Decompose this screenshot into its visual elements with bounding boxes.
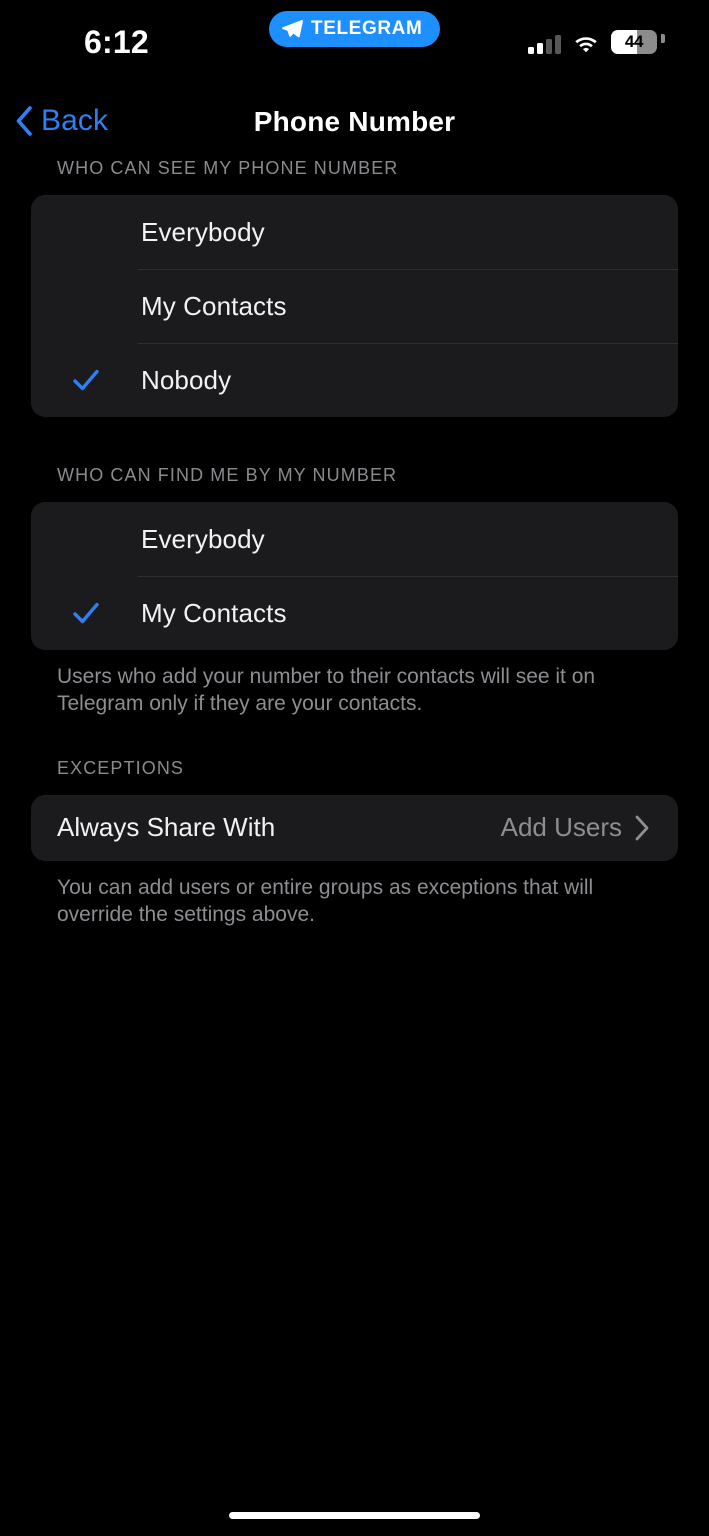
always-share-with-value: Add Users (500, 812, 622, 843)
check-slot (31, 365, 141, 395)
exceptions-footnote: You can add users or entire groups as ex… (57, 875, 594, 926)
always-share-with-label: Always Share With (57, 812, 276, 843)
status-time: 6:12 (84, 24, 149, 60)
checkmark-icon (73, 369, 99, 391)
exceptions-card: Always Share With Add Users (31, 794, 678, 861)
home-indicator[interactable] (229, 1512, 480, 1519)
telegram-pill-label: TELEGRAM (311, 18, 423, 39)
section-header-visibility: WHO CAN SEE MY PHONE NUMBER (57, 158, 399, 178)
paper-plane-icon (282, 20, 303, 38)
cellular-signal-icon (528, 34, 561, 54)
option-label: Everybody (141, 523, 265, 554)
findability-footnote: Users who add your number to their conta… (57, 665, 596, 715)
phone-screen: 6:12 TELEGRAM 44 Back Phone Number WHO C… (0, 0, 709, 1536)
check-slot (31, 598, 141, 628)
battery-indicator: 44 (611, 30, 657, 54)
settings-content: WHO CAN SEE MY PHONE NUMBER Everybody My… (0, 158, 709, 929)
option-row-my-contacts-findability[interactable]: My Contacts (31, 576, 678, 650)
option-label: My Contacts (141, 290, 287, 321)
visibility-options-card: Everybody My Contacts Nobody (31, 195, 678, 417)
option-row-everybody-findability[interactable]: Everybody (31, 502, 678, 576)
option-label: My Contacts (141, 597, 287, 628)
option-label: Nobody (141, 364, 232, 395)
section-header-exceptions: EXCEPTIONS (57, 757, 185, 778)
battery-level-label: 44 (624, 32, 644, 51)
battery-cap-icon (661, 34, 665, 43)
checkmark-icon (73, 602, 99, 624)
status-bar: 6:12 TELEGRAM 44 (0, 0, 709, 78)
chevron-right-icon (635, 815, 649, 841)
telegram-activity-pill[interactable]: TELEGRAM (269, 11, 441, 47)
always-share-with-row[interactable]: Always Share With Add Users (31, 795, 678, 861)
findability-options-card: Everybody My Contacts (31, 502, 678, 650)
option-row-my-contacts-visibility[interactable]: My Contacts (31, 269, 678, 343)
option-row-everybody-visibility[interactable]: Everybody (31, 195, 678, 269)
option-label: Everybody (141, 216, 265, 247)
navigation-bar: Back Phone Number (0, 96, 709, 158)
status-indicators: 44 (528, 28, 657, 54)
option-row-nobody-visibility[interactable]: Nobody (31, 343, 678, 417)
wifi-icon (575, 37, 597, 53)
page-title: Phone Number (253, 106, 456, 137)
section-header-findability: WHO CAN FIND ME BY MY NUMBER (57, 465, 398, 485)
